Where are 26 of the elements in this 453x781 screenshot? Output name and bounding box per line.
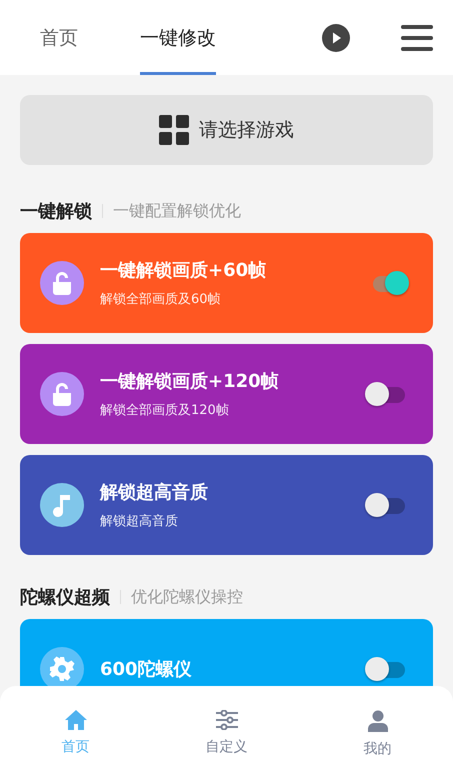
feature-title: 一键解锁画质+60帧 xyxy=(100,259,268,282)
select-game-button[interactable]: 请选择游戏 xyxy=(20,95,433,165)
nav-item[interactable]: 我的 xyxy=(302,686,453,781)
home-icon xyxy=(64,710,86,730)
feature-title: 600陀螺仪 xyxy=(100,658,193,681)
tab[interactable]: 首页 xyxy=(40,0,78,75)
section-title: 一键解锁 xyxy=(20,200,92,223)
section-subtitle: 优化陀螺仪操控 xyxy=(131,586,243,608)
unlocked-padlock-icon xyxy=(51,382,73,406)
nav-item[interactable]: 自定义 xyxy=(151,686,302,781)
section-subtitle: 一键配置解锁优化 xyxy=(113,200,241,222)
play-icon[interactable] xyxy=(321,22,351,52)
feature-description: 解锁超高音质 xyxy=(100,513,179,530)
grid-icon xyxy=(159,115,189,145)
feature-title: 一键解锁画质+120帧 xyxy=(100,370,280,393)
unlocked-padlock-icon xyxy=(51,271,73,295)
feature-title: 解锁超高音质 xyxy=(100,481,209,504)
person-icon xyxy=(366,710,388,732)
menu-icon[interactable] xyxy=(401,24,433,50)
tab[interactable]: 一键修改 xyxy=(140,0,216,75)
music-note-icon xyxy=(53,493,71,517)
feature-description: 解锁全部画质及120帧 xyxy=(100,402,230,419)
sliders-icon xyxy=(216,710,238,730)
feature-description: 解锁全部画质及60帧 xyxy=(100,291,222,308)
section-title: 陀螺仪超频 xyxy=(20,586,110,609)
gear-icon xyxy=(49,656,75,682)
